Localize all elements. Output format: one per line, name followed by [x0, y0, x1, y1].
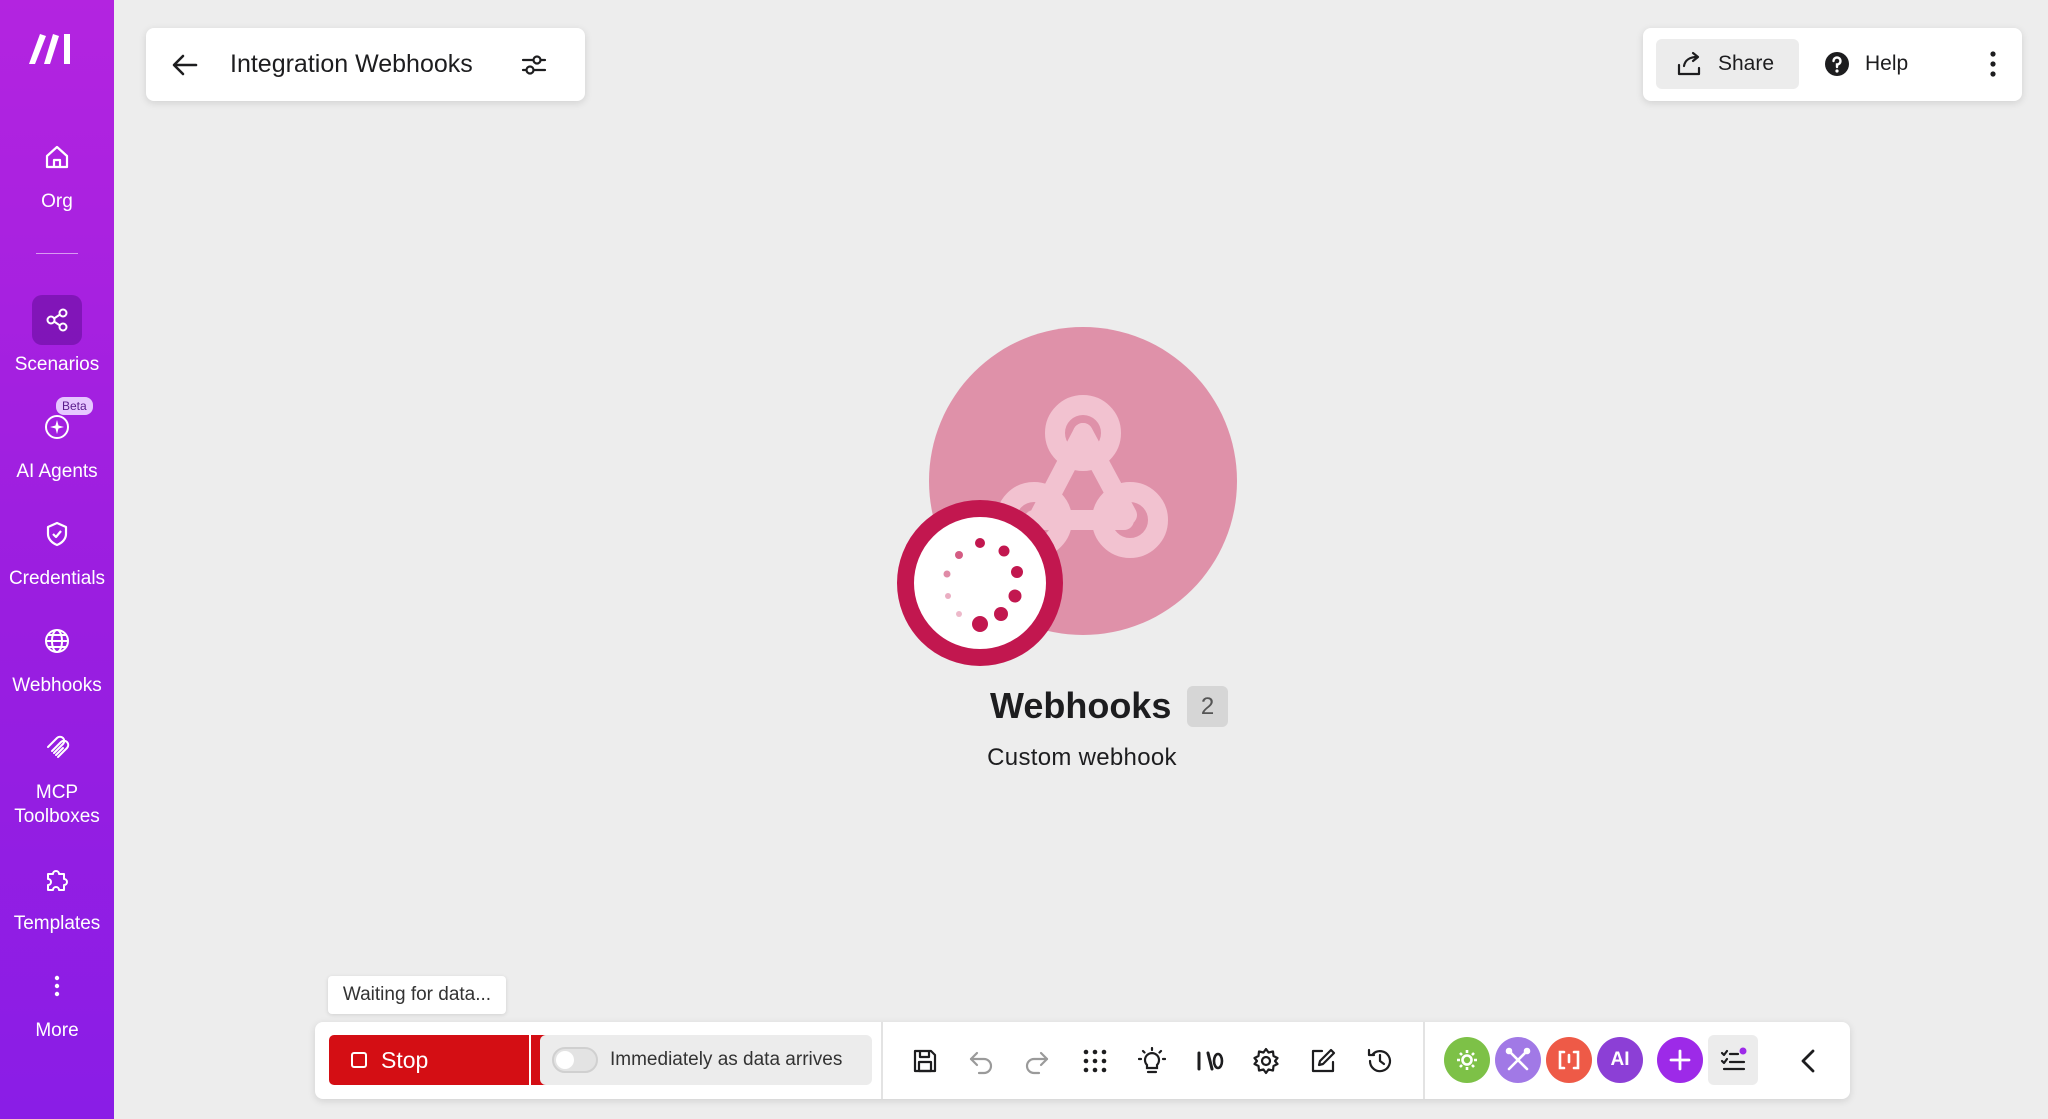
sidebar-item-label: More [35, 1020, 79, 1041]
status-ring [897, 500, 1063, 666]
ai-app-button[interactable]: AI [1597, 1037, 1643, 1083]
stop-icon [351, 1052, 367, 1068]
sidebar-item-credentials[interactable]: Credentials [0, 509, 114, 591]
scenario-settings-button[interactable] [515, 46, 553, 84]
beta-badge: Beta [56, 397, 93, 415]
toolbar-divider [881, 1022, 883, 1099]
sidebar-item-scenarios[interactable]: Scenarios [0, 295, 114, 377]
toolbar-divider [1423, 1022, 1425, 1099]
sidebar-item-org[interactable]: Org [0, 132, 114, 214]
redo-icon [1025, 1051, 1049, 1075]
help-button[interactable]: Help [1823, 39, 1908, 89]
loading-spinner-icon [943, 538, 1023, 632]
flow-control-icon [1505, 1047, 1531, 1071]
module-subtitle: Custom webhook [987, 744, 1177, 771]
bulb-icon [1138, 1047, 1166, 1074]
grid-button[interactable] [1075, 1041, 1115, 1081]
share-nodes-icon [32, 295, 82, 345]
globe-icon [32, 616, 82, 666]
stop-button[interactable]: Stop [329, 1035, 529, 1085]
sidebar-item-label: AI Agents [16, 461, 98, 482]
schedule-setting[interactable]: Immediately as data arrives [540, 1035, 872, 1085]
notes-edit-button[interactable] [1303, 1041, 1343, 1081]
sidebar-item-more[interactable]: More [0, 961, 114, 1043]
collapse-toolbar-button[interactable] [1789, 1041, 1829, 1081]
sidebar-divider [36, 253, 78, 254]
chevron-left-icon [1801, 1049, 1815, 1073]
module-badge: 2 [1187, 686, 1228, 727]
bottom-toolbar: Stop Immediately as data arrives AI [315, 1022, 1850, 1099]
scenario-title[interactable]: Integration Webhooks [230, 50, 515, 79]
back-button[interactable] [166, 46, 204, 84]
stop-label: Stop [381, 1046, 429, 1073]
top-actions: Share Help [1643, 28, 2022, 101]
tools-app-button[interactable] [1444, 1037, 1490, 1083]
io-button[interactable] [1189, 1041, 1229, 1081]
arrow-left-icon [172, 54, 198, 75]
help-icon [1825, 52, 1849, 76]
sidebar-item-ai-agents[interactable]: Beta AI Agents [0, 397, 114, 484]
plus-icon [1669, 1049, 1691, 1071]
make-logo[interactable] [26, 30, 76, 66]
sidebar-item-label: MCP Toolboxes [14, 782, 100, 827]
shield-check-icon [32, 509, 82, 559]
grid-icon [1083, 1049, 1107, 1073]
history-button[interactable] [1360, 1041, 1400, 1081]
sidebar-item-label: Webhooks [12, 675, 102, 696]
sidebar-item-webhooks[interactable]: Webhooks [0, 616, 114, 698]
more-options-button[interactable] [1973, 44, 2013, 84]
scenario-header: Integration Webhooks [146, 28, 585, 101]
history-icon [1367, 1048, 1392, 1073]
help-label: Help [1865, 52, 1909, 75]
sidebar-item-label: Org [41, 191, 73, 212]
sidebar-item-templates[interactable]: Templates [0, 854, 114, 936]
module-name: Webhooks [990, 685, 1172, 726]
flow-control-app-button[interactable] [1495, 1037, 1541, 1083]
ai-app-label: AI [1610, 1049, 1630, 1070]
gear-icon [1457, 1050, 1477, 1070]
sidebar: Org Scenarios Beta AI Agents Credentials… [0, 0, 114, 1119]
share-label: Share [1718, 52, 1775, 75]
add-module-button[interactable] [1657, 1037, 1703, 1083]
sidebar-item-label: Credentials [8, 568, 106, 589]
undo-icon [969, 1051, 993, 1075]
notes-edit-icon [1311, 1048, 1336, 1073]
text-parser-icon [1558, 1050, 1580, 1070]
redo-button[interactable] [1017, 1041, 1057, 1081]
schedule-label: Immediately as data arrives [610, 1049, 843, 1070]
sidebar-item-label: Templates [13, 913, 101, 934]
share-icon [1677, 51, 1701, 76]
save-button[interactable] [905, 1041, 945, 1081]
status-tooltip: Waiting for data... [328, 976, 506, 1014]
mcp-icon [32, 723, 82, 773]
share-button[interactable]: Share [1656, 39, 1799, 89]
home-icon [32, 132, 82, 182]
kebab-vertical-icon [1990, 51, 1996, 77]
sidebar-item-label: Scenarios [14, 354, 100, 375]
undo-button[interactable] [961, 1041, 1001, 1081]
text-parser-app-button[interactable] [1546, 1037, 1592, 1083]
kebab-vertical-icon [32, 961, 82, 1011]
schedule-toggle[interactable] [552, 1047, 598, 1073]
io-icon [1197, 1051, 1224, 1071]
checklist-icon [1720, 1047, 1747, 1071]
sliders-icon [521, 54, 547, 75]
explain-flow-button[interactable] [1132, 1041, 1172, 1081]
puzzle-icon [32, 854, 82, 904]
gear-icon [1253, 1047, 1279, 1075]
sidebar-item-mcp-toolboxes[interactable]: MCP Toolboxes [0, 723, 114, 829]
save-icon [913, 1049, 937, 1073]
checklist-button[interactable] [1708, 1035, 1758, 1085]
scenario-settings-gear-button[interactable] [1246, 1041, 1286, 1081]
